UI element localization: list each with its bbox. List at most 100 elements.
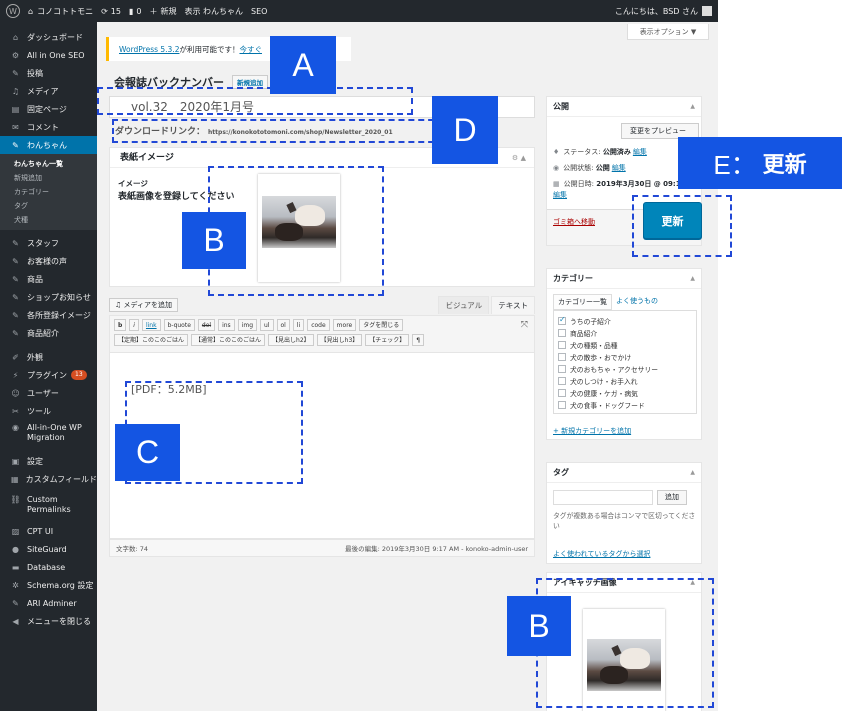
collapse-arrow-icon[interactable]: ▲	[690, 463, 695, 483]
view-post-link[interactable]: 表示 わんちゃん	[184, 6, 243, 17]
comments-link[interactable]: ▮ 0	[129, 7, 142, 16]
box-toggle-icon[interactable]: ⚙ ▲	[512, 148, 526, 168]
sidebar-item-b-4[interactable]: ✎ 各所登録イメージ	[0, 306, 97, 324]
sidebar-item-a-0[interactable]: ⌂ ダッシュボード	[0, 28, 97, 46]
quicktag-button[interactable]: del	[197, 319, 216, 331]
collapse-arrow-icon[interactable]: ▲	[690, 97, 695, 117]
sidebar-item-c-2[interactable]: ☺ ユーザー	[0, 384, 97, 402]
collapse-arrow-icon[interactable]: ▲	[690, 269, 695, 289]
account-menu[interactable]: こんにちは、BSD さん	[615, 6, 712, 17]
quicktag-button[interactable]: b	[114, 319, 127, 331]
category-checkbox[interactable]	[558, 401, 566, 409]
sidebar-item-e-1[interactable]: ● SiteGuard	[0, 540, 97, 558]
fullscreen-icon[interactable]: ⤧	[521, 320, 528, 330]
quicktag-button[interactable]: 【通常】このこのごはん	[191, 334, 266, 346]
wordpress-version-link[interactable]: WordPress 5.3.2	[119, 45, 179, 54]
sidebar-item-e-0[interactable]: ▨ CPT UI	[0, 522, 97, 540]
quicktag-button[interactable]: ¶	[412, 334, 425, 346]
sidebar-item-d-0[interactable]: ▣ 設定	[0, 452, 97, 470]
category-item[interactable]: うちの子紹介	[558, 315, 692, 327]
sidebar-item-b-2[interactable]: ✎ 商品	[0, 270, 97, 288]
sidebar-item-migration[interactable]: ◉ All-in-One WP Migration	[0, 420, 97, 448]
new-content-link[interactable]: ＋新規	[149, 6, 176, 17]
sidebar-item-e-2[interactable]: ▬ Database	[0, 558, 97, 576]
category-checkbox[interactable]	[558, 315, 566, 325]
tab-all-categories[interactable]: カテゴリー一覧	[553, 294, 612, 310]
tab-text[interactable]: テキスト	[491, 296, 535, 314]
quicktag-button[interactable]: i	[129, 319, 139, 331]
date-edit-link[interactable]: 編集	[553, 191, 567, 199]
tab-popular-categories[interactable]: よく使うもの	[612, 294, 662, 310]
sidebar-item-e-4[interactable]: ✎ ARI Adminer	[0, 594, 97, 612]
updates-link[interactable]: ⟳ 15	[101, 7, 121, 16]
sidebar-item-custom-permalinks[interactable]: ⛓ Custom Permalinks	[0, 492, 97, 520]
sidebar-item-b-0[interactable]: ✎ スタッフ	[0, 234, 97, 252]
submenu-item[interactable]: タグ	[0, 199, 97, 213]
category-item[interactable]: 犬の健康・ケガ・病気	[558, 387, 692, 399]
wordpress-logo-icon[interactable]: W	[6, 4, 20, 18]
trash-link[interactable]: ゴミ箱へ移動	[553, 217, 595, 227]
category-checkbox[interactable]	[558, 353, 566, 361]
quicktag-button[interactable]: 【チェック】	[365, 334, 410, 346]
sidebar-item-c-3[interactable]: ✂ ツール	[0, 402, 97, 420]
sidebar-item-b-5[interactable]: ✎ 商品紹介	[0, 324, 97, 342]
quicktag-button[interactable]: 【見出しh2】	[268, 334, 314, 346]
quicktag-button[interactable]: ol	[276, 319, 290, 331]
sidebar-item-b-1[interactable]: ✎ お客様の声	[0, 252, 97, 270]
add-tag-button[interactable]: 追加	[657, 490, 687, 505]
add-media-button[interactable]: ♫ メディアを追加	[109, 298, 179, 312]
sidebar-item-a-4[interactable]: ▤ 固定ページ	[0, 100, 97, 118]
tab-visual[interactable]: ビジュアル	[438, 296, 490, 314]
sidebar-item-d-1[interactable]: ▦ カスタムフィールド	[0, 470, 97, 488]
quicktag-button[interactable]: 【定期】このこのごはん	[114, 334, 189, 346]
status-edit-link[interactable]: 編集	[633, 148, 647, 156]
quicktag-button[interactable]: img	[237, 319, 258, 331]
quicktag-button[interactable]: link	[141, 319, 161, 331]
quicktag-button[interactable]: ul	[260, 319, 274, 331]
category-item[interactable]: 商品紹介	[558, 327, 692, 339]
tag-box-header[interactable]: タグ ▲	[547, 463, 701, 483]
update-now-link[interactable]: 今すぐ	[239, 44, 262, 55]
site-name-link[interactable]: ⌂ コノコトトモニ	[28, 6, 93, 17]
sidebar-item-b-3[interactable]: ✎ ショップお知らせ	[0, 288, 97, 306]
category-item[interactable]: 犬の種類・品種	[558, 339, 692, 351]
sidebar-item-a-5[interactable]: ✉ コメント	[0, 118, 97, 136]
sidebar-item-c-1[interactable]: ⚡ プラグイン 13	[0, 366, 97, 384]
submenu-item[interactable]: 犬種	[0, 213, 97, 227]
submenu-item[interactable]: 新規追加	[0, 171, 97, 185]
category-box-header[interactable]: カテゴリー ▲	[547, 269, 701, 289]
quicktag-button[interactable]: li	[292, 319, 305, 331]
add-category-link[interactable]: + 新規カテゴリーを追加	[553, 426, 631, 436]
publish-box-header[interactable]: 公開 ▲	[547, 97, 701, 117]
category-item[interactable]: 犬の散歩・おでかけ	[558, 351, 692, 363]
quicktag-button[interactable]: b-quote	[163, 319, 195, 331]
submenu-item[interactable]: カテゴリー	[0, 185, 97, 199]
sidebar-item-a-3[interactable]: ♫ メディア	[0, 82, 97, 100]
seo-menu[interactable]: SEO	[251, 7, 267, 16]
quicktag-button[interactable]: 【見出しh3】	[316, 334, 363, 346]
sidebar-item-a-6[interactable]: ✎ わんちゃん	[0, 136, 97, 154]
category-item[interactable]: 犬のおもちゃ・アクセサリー	[558, 363, 692, 375]
sidebar-item-e-3[interactable]: ✲ Schema.org 設定	[0, 576, 97, 594]
category-checkbox[interactable]	[558, 389, 566, 397]
quicktag-button[interactable]: code	[307, 319, 330, 331]
quicktag-button[interactable]: タグを閉じる	[359, 319, 404, 331]
category-item[interactable]: 犬の食事・ドッグフード	[558, 399, 692, 411]
tag-box-title: タグ	[553, 468, 569, 477]
screen-options-button[interactable]: 表示オプション ▼	[627, 24, 709, 40]
category-checkbox[interactable]	[558, 365, 566, 373]
category-checkbox[interactable]	[558, 329, 566, 337]
choose-tags-link[interactable]: よく使われているタグから選択	[553, 549, 650, 559]
category-checkbox[interactable]	[558, 377, 566, 385]
category-item[interactable]: 犬のしつけ・お手入れ	[558, 375, 692, 387]
visibility-edit-link[interactable]: 編集	[612, 164, 626, 172]
sidebar-item-c-0[interactable]: ✐ 外観	[0, 348, 97, 366]
quicktag-button[interactable]: ins	[218, 319, 235, 331]
submenu-item[interactable]: わんちゃん一覧	[0, 157, 97, 171]
sidebar-item-a-2[interactable]: ✎ 投稿	[0, 64, 97, 82]
sidebar-item-a-1[interactable]: ⚙ All in One SEO	[0, 46, 97, 64]
category-checkbox[interactable]	[558, 341, 566, 349]
quicktag-button[interactable]: more	[332, 319, 357, 331]
sidebar-item-e-5[interactable]: ◀ メニューを閉じる	[0, 612, 97, 630]
tag-input[interactable]	[553, 490, 653, 505]
